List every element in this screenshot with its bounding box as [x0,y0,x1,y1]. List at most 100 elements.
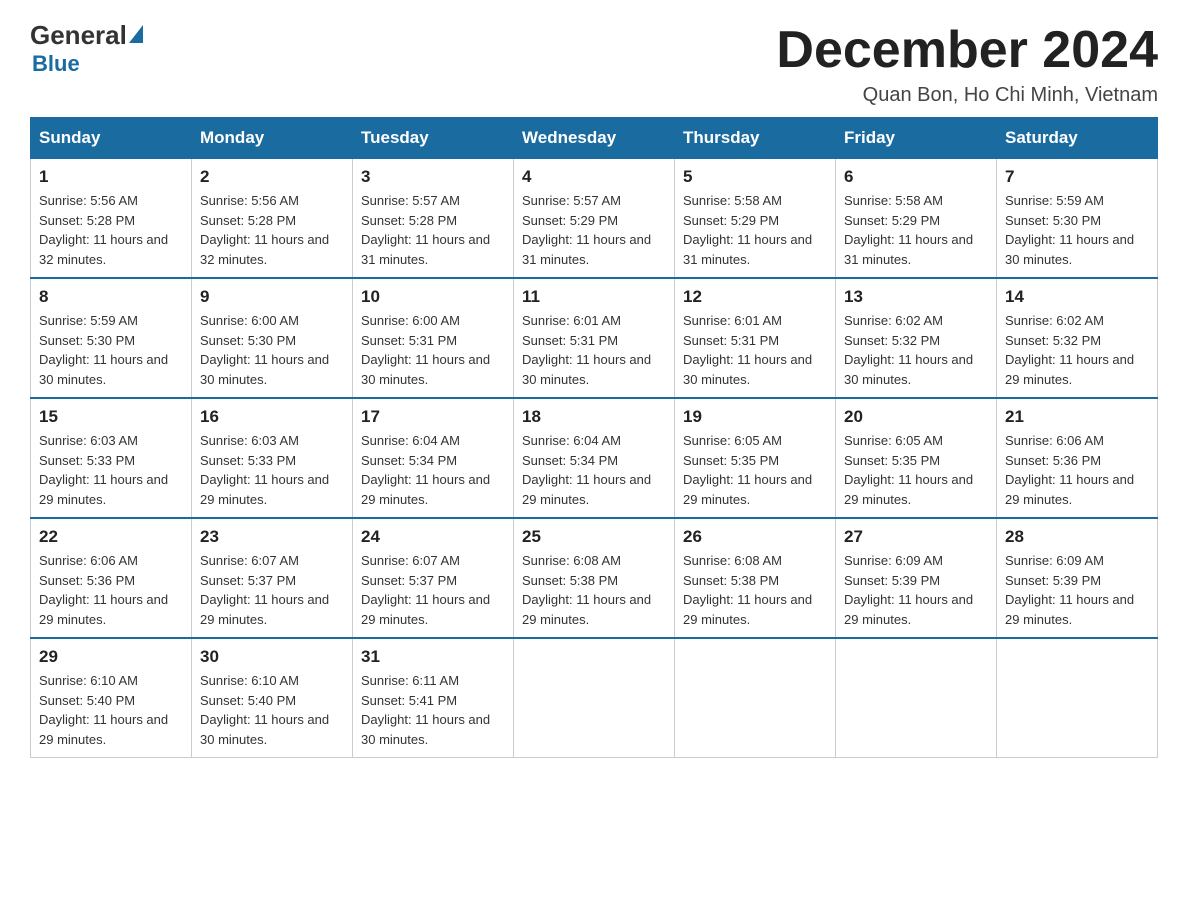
calendar-week-row: 29 Sunrise: 6:10 AMSunset: 5:40 PMDaylig… [31,638,1158,758]
calendar-day-cell: 12 Sunrise: 6:01 AMSunset: 5:31 PMDaylig… [675,278,836,398]
day-number: 17 [361,407,505,427]
calendar-day-cell: 10 Sunrise: 6:00 AMSunset: 5:31 PMDaylig… [353,278,514,398]
calendar-subtitle: Quan Bon, Ho Chi Minh, Vietnam [776,84,1158,107]
calendar-day-cell: 4 Sunrise: 5:57 AMSunset: 5:29 PMDayligh… [514,159,675,279]
day-number: 31 [361,647,505,667]
day-info: Sunrise: 6:09 AMSunset: 5:39 PMDaylight:… [1005,551,1149,629]
logo: General Blue [30,20,143,77]
day-info: Sunrise: 6:00 AMSunset: 5:31 PMDaylight:… [361,311,505,389]
day-number: 28 [1005,527,1149,547]
day-info: Sunrise: 6:07 AMSunset: 5:37 PMDaylight:… [200,551,344,629]
day-info: Sunrise: 6:01 AMSunset: 5:31 PMDaylight:… [522,311,666,389]
calendar-day-cell [836,638,997,758]
calendar-week-row: 15 Sunrise: 6:03 AMSunset: 5:33 PMDaylig… [31,398,1158,518]
day-info: Sunrise: 5:56 AMSunset: 5:28 PMDaylight:… [39,191,183,269]
column-header-monday: Monday [192,118,353,159]
calendar-week-row: 8 Sunrise: 5:59 AMSunset: 5:30 PMDayligh… [31,278,1158,398]
logo-general-text: General [30,20,143,51]
column-header-wednesday: Wednesday [514,118,675,159]
day-info: Sunrise: 5:57 AMSunset: 5:29 PMDaylight:… [522,191,666,269]
day-info: Sunrise: 5:57 AMSunset: 5:28 PMDaylight:… [361,191,505,269]
day-info: Sunrise: 6:04 AMSunset: 5:34 PMDaylight:… [361,431,505,509]
day-number: 26 [683,527,827,547]
day-number: 29 [39,647,183,667]
day-number: 18 [522,407,666,427]
day-info: Sunrise: 6:09 AMSunset: 5:39 PMDaylight:… [844,551,988,629]
column-header-saturday: Saturday [997,118,1158,159]
day-number: 16 [200,407,344,427]
page-header: General Blue December 2024 Quan Bon, Ho … [30,20,1158,107]
calendar-day-cell: 17 Sunrise: 6:04 AMSunset: 5:34 PMDaylig… [353,398,514,518]
calendar-day-cell: 20 Sunrise: 6:05 AMSunset: 5:35 PMDaylig… [836,398,997,518]
day-info: Sunrise: 6:03 AMSunset: 5:33 PMDaylight:… [200,431,344,509]
calendar-day-cell: 22 Sunrise: 6:06 AMSunset: 5:36 PMDaylig… [31,518,192,638]
column-header-thursday: Thursday [675,118,836,159]
day-number: 7 [1005,167,1149,187]
calendar-day-cell: 15 Sunrise: 6:03 AMSunset: 5:33 PMDaylig… [31,398,192,518]
calendar-day-cell: 27 Sunrise: 6:09 AMSunset: 5:39 PMDaylig… [836,518,997,638]
day-info: Sunrise: 5:58 AMSunset: 5:29 PMDaylight:… [844,191,988,269]
calendar-day-cell [997,638,1158,758]
calendar-week-row: 1 Sunrise: 5:56 AMSunset: 5:28 PMDayligh… [31,159,1158,279]
day-number: 1 [39,167,183,187]
day-number: 15 [39,407,183,427]
day-info: Sunrise: 6:02 AMSunset: 5:32 PMDaylight:… [1005,311,1149,389]
calendar-day-cell: 28 Sunrise: 6:09 AMSunset: 5:39 PMDaylig… [997,518,1158,638]
calendar-day-cell [514,638,675,758]
calendar-day-cell: 5 Sunrise: 5:58 AMSunset: 5:29 PMDayligh… [675,159,836,279]
column-header-friday: Friday [836,118,997,159]
day-info: Sunrise: 5:59 AMSunset: 5:30 PMDaylight:… [39,311,183,389]
calendar-day-cell: 2 Sunrise: 5:56 AMSunset: 5:28 PMDayligh… [192,159,353,279]
column-header-tuesday: Tuesday [353,118,514,159]
day-number: 13 [844,287,988,307]
day-info: Sunrise: 6:01 AMSunset: 5:31 PMDaylight:… [683,311,827,389]
calendar-day-cell: 9 Sunrise: 6:00 AMSunset: 5:30 PMDayligh… [192,278,353,398]
calendar-day-cell: 25 Sunrise: 6:08 AMSunset: 5:38 PMDaylig… [514,518,675,638]
calendar-day-cell: 19 Sunrise: 6:05 AMSunset: 5:35 PMDaylig… [675,398,836,518]
column-header-sunday: Sunday [31,118,192,159]
calendar-day-cell: 3 Sunrise: 5:57 AMSunset: 5:28 PMDayligh… [353,159,514,279]
day-info: Sunrise: 6:02 AMSunset: 5:32 PMDaylight:… [844,311,988,389]
day-number: 23 [200,527,344,547]
day-info: Sunrise: 6:06 AMSunset: 5:36 PMDaylight:… [1005,431,1149,509]
day-number: 11 [522,287,666,307]
day-info: Sunrise: 5:59 AMSunset: 5:30 PMDaylight:… [1005,191,1149,269]
calendar-title: December 2024 [776,20,1158,80]
day-info: Sunrise: 6:06 AMSunset: 5:36 PMDaylight:… [39,551,183,629]
calendar-day-cell: 7 Sunrise: 5:59 AMSunset: 5:30 PMDayligh… [997,159,1158,279]
calendar-day-cell: 16 Sunrise: 6:03 AMSunset: 5:33 PMDaylig… [192,398,353,518]
calendar-day-cell: 23 Sunrise: 6:07 AMSunset: 5:37 PMDaylig… [192,518,353,638]
calendar-table: SundayMondayTuesdayWednesdayThursdayFrid… [30,117,1158,758]
calendar-day-cell: 18 Sunrise: 6:04 AMSunset: 5:34 PMDaylig… [514,398,675,518]
day-number: 3 [361,167,505,187]
day-info: Sunrise: 6:05 AMSunset: 5:35 PMDaylight:… [844,431,988,509]
calendar-day-cell: 29 Sunrise: 6:10 AMSunset: 5:40 PMDaylig… [31,638,192,758]
calendar-day-cell: 8 Sunrise: 5:59 AMSunset: 5:30 PMDayligh… [31,278,192,398]
day-info: Sunrise: 5:56 AMSunset: 5:28 PMDaylight:… [200,191,344,269]
day-info: Sunrise: 6:07 AMSunset: 5:37 PMDaylight:… [361,551,505,629]
day-number: 24 [361,527,505,547]
day-info: Sunrise: 6:05 AMSunset: 5:35 PMDaylight:… [683,431,827,509]
day-number: 8 [39,287,183,307]
calendar-day-cell: 26 Sunrise: 6:08 AMSunset: 5:38 PMDaylig… [675,518,836,638]
calendar-day-cell: 1 Sunrise: 5:56 AMSunset: 5:28 PMDayligh… [31,159,192,279]
day-number: 14 [1005,287,1149,307]
calendar-day-cell: 6 Sunrise: 5:58 AMSunset: 5:29 PMDayligh… [836,159,997,279]
day-info: Sunrise: 6:08 AMSunset: 5:38 PMDaylight:… [683,551,827,629]
day-info: Sunrise: 6:00 AMSunset: 5:30 PMDaylight:… [200,311,344,389]
day-number: 10 [361,287,505,307]
day-info: Sunrise: 6:10 AMSunset: 5:40 PMDaylight:… [39,671,183,749]
calendar-day-cell: 14 Sunrise: 6:02 AMSunset: 5:32 PMDaylig… [997,278,1158,398]
day-info: Sunrise: 6:08 AMSunset: 5:38 PMDaylight:… [522,551,666,629]
calendar-day-cell: 11 Sunrise: 6:01 AMSunset: 5:31 PMDaylig… [514,278,675,398]
day-number: 5 [683,167,827,187]
calendar-day-cell: 21 Sunrise: 6:06 AMSunset: 5:36 PMDaylig… [997,398,1158,518]
day-info: Sunrise: 6:03 AMSunset: 5:33 PMDaylight:… [39,431,183,509]
day-info: Sunrise: 6:04 AMSunset: 5:34 PMDaylight:… [522,431,666,509]
day-number: 27 [844,527,988,547]
day-number: 21 [1005,407,1149,427]
day-info: Sunrise: 6:10 AMSunset: 5:40 PMDaylight:… [200,671,344,749]
calendar-day-cell: 13 Sunrise: 6:02 AMSunset: 5:32 PMDaylig… [836,278,997,398]
calendar-header-row: SundayMondayTuesdayWednesdayThursdayFrid… [31,118,1158,159]
day-number: 22 [39,527,183,547]
